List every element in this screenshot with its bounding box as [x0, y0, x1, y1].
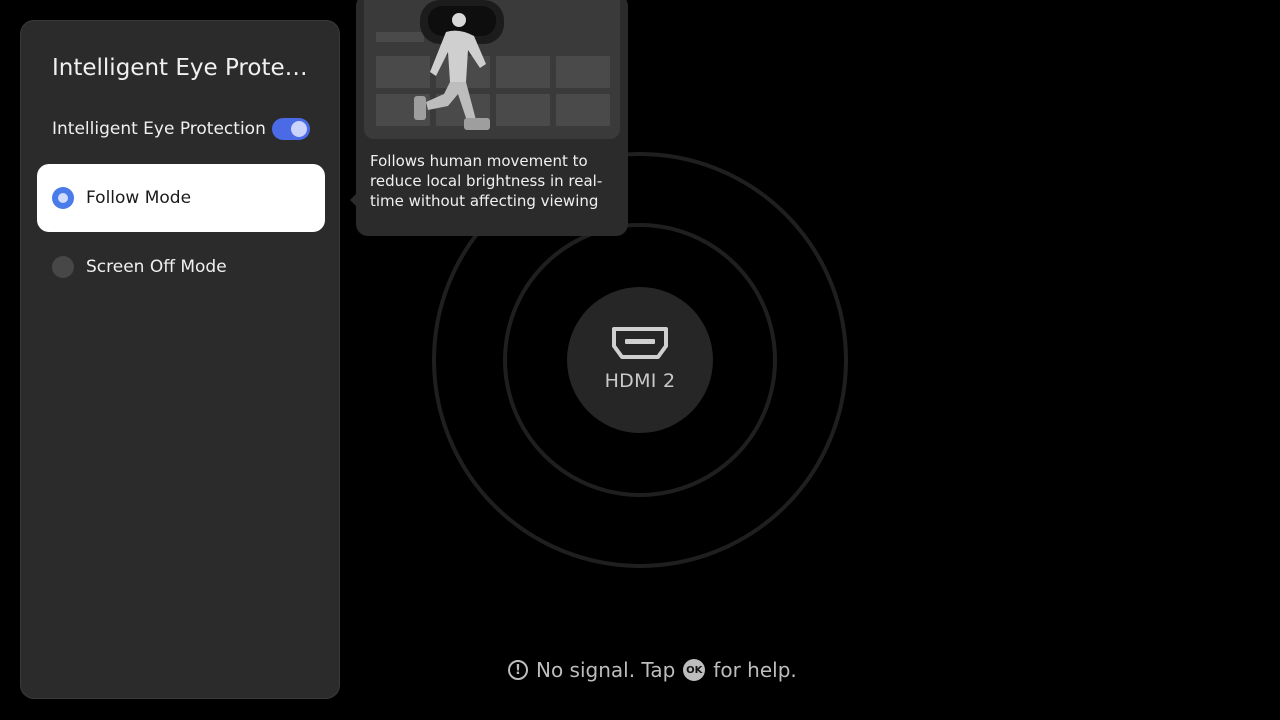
- tv-screen: HDMI 2 ! No signal. Tap OK for help. Int…: [0, 0, 1280, 720]
- toggle-label: Intelligent Eye Protection: [52, 119, 266, 139]
- follow-mode-radio[interactable]: [52, 187, 74, 209]
- screen-off-mode-label: Screen Off Mode: [86, 257, 227, 277]
- status-suffix: for help.: [713, 658, 797, 682]
- screen-off-mode-radio[interactable]: [52, 256, 74, 278]
- switch-knob: [291, 121, 307, 137]
- eye-protection-toggle-row[interactable]: Intelligent Eye Protection: [52, 117, 310, 141]
- hdmi-port-icon: [612, 327, 668, 359]
- vr-headset-person-walking-illustration: [364, 0, 620, 139]
- alert-circle-icon: !: [508, 660, 528, 680]
- follow-mode-option[interactable]: Follow Mode: [37, 164, 325, 232]
- source-label: HDMI 2: [604, 370, 676, 392]
- follow-mode-tooltip: Follows human movement to reduce local b…: [356, 0, 628, 236]
- source-disc: [567, 287, 713, 433]
- status-prefix: No signal. Tap: [536, 658, 676, 682]
- no-signal-status: ! No signal. Tap OK for help.: [508, 656, 797, 684]
- screen-off-mode-option[interactable]: Screen Off Mode: [37, 233, 325, 301]
- follow-mode-label: Follow Mode: [86, 188, 192, 208]
- tooltip-description: Follows human movement to reduce local b…: [370, 152, 603, 210]
- ok-key-icon: OK: [683, 659, 706, 681]
- panel-title: Intelligent Eye Protection: [52, 55, 314, 81]
- eye-protection-panel: Intelligent Eye Protection Intelligent E…: [20, 20, 340, 699]
- eye-protection-switch[interactable]: [272, 118, 310, 140]
